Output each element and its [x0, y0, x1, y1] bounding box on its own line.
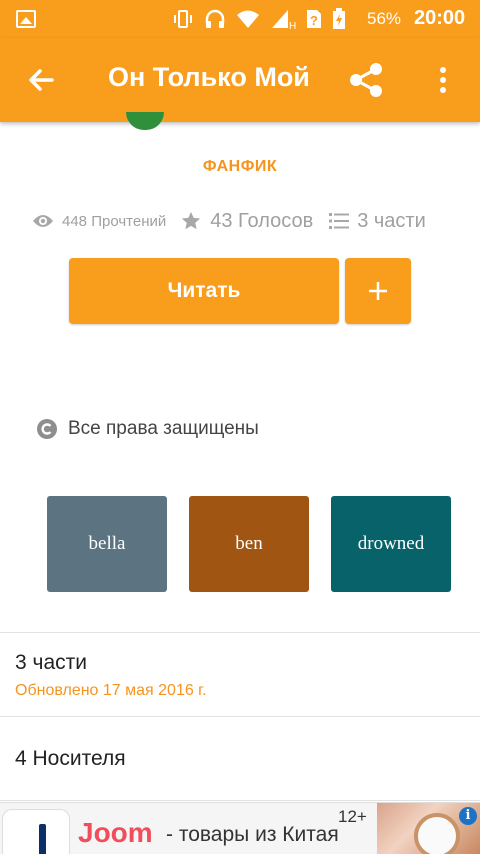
signal-icon: H	[272, 10, 296, 30]
vibrate-icon	[174, 10, 192, 28]
copyright-text: Все права защищены	[68, 418, 259, 439]
battery-icon	[333, 8, 345, 29]
add-to-library-button[interactable]	[345, 258, 411, 324]
votes-stat: 43 Голосов	[180, 210, 313, 233]
svg-text:H: H	[289, 21, 296, 30]
joom-logo	[2, 809, 70, 854]
reads-stat: 448 Прочтений	[32, 213, 166, 230]
divider	[0, 632, 480, 633]
overflow-menu-button[interactable]	[430, 60, 456, 100]
parts-updated-date: Обновлено 17 мая 2016 г.	[15, 682, 207, 699]
star-icon	[182, 211, 201, 230]
parts-section-title[interactable]: 3 части	[15, 651, 87, 675]
copyright-icon	[37, 419, 57, 439]
status-icons: H ?	[172, 8, 346, 30]
copyright-row: Все права защищены	[36, 416, 259, 442]
ad-brand: Joom	[78, 817, 153, 848]
battery-percent: 56%	[367, 9, 402, 28]
divider	[0, 800, 480, 801]
list-icon	[329, 213, 350, 229]
divider	[0, 716, 480, 717]
story-title: Он Только Мой	[108, 62, 310, 92]
eye-icon	[33, 215, 53, 227]
share-button[interactable]	[346, 60, 386, 100]
back-button[interactable]	[22, 60, 62, 100]
status-bar: H ? 56% 20:00	[0, 0, 480, 38]
story-stats: 448 Прочтений 43 Голосов 3 части	[32, 206, 426, 236]
ad-banner[interactable]: Joom - товары из Китая 12+ i	[0, 802, 480, 854]
watch-image	[414, 813, 460, 854]
arrow-left-icon	[29, 69, 54, 91]
app-bar: Он Только Мой	[0, 38, 480, 122]
parts-count: 3 части	[357, 209, 426, 232]
genre-label[interactable]: ФАНФИК	[0, 158, 480, 176]
tag-bella[interactable]: bella	[47, 496, 167, 592]
ad-age-rating: 12+	[338, 807, 367, 826]
share-icon	[350, 63, 382, 97]
clock: 20:00	[414, 7, 466, 29]
parts-stat: 3 части	[329, 210, 426, 233]
tag-ben[interactable]: ben	[189, 496, 309, 592]
svg-text:?: ?	[310, 13, 318, 28]
tags-carousel[interactable]: bella ben drowned	[47, 496, 480, 592]
wifi-icon	[237, 10, 259, 28]
sim-question-icon: ?	[307, 10, 321, 28]
votes-count: 43 Голосов	[210, 209, 314, 232]
media-section-title[interactable]: 4 Носителя	[15, 747, 126, 771]
ad-tagline: - товары из Китая	[166, 823, 339, 846]
tag-drowned[interactable]: drowned	[331, 496, 451, 592]
ad-info-icon[interactable]: i	[459, 807, 477, 825]
plus-icon	[369, 282, 387, 300]
headphones-icon	[205, 9, 225, 28]
more-vert-icon	[440, 67, 446, 93]
read-button[interactable]: Читать	[69, 258, 339, 324]
author-avatar[interactable]	[126, 112, 164, 130]
gallery-icon	[16, 10, 36, 28]
reads-count: 448 Прочтений	[62, 212, 167, 230]
